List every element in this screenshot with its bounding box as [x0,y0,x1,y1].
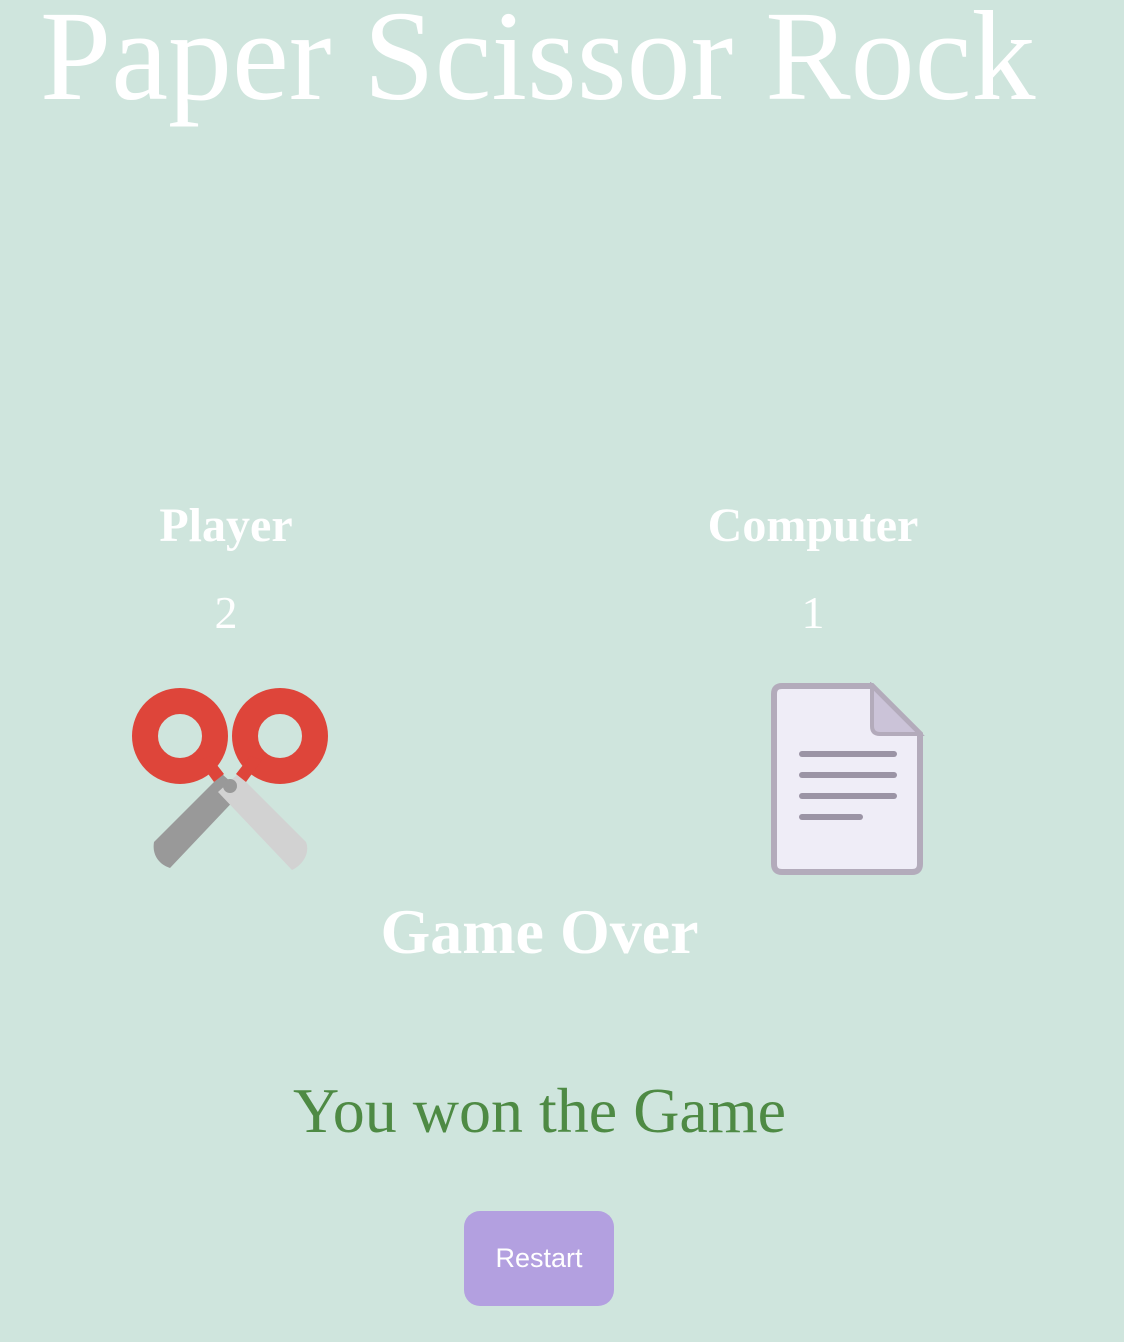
page-title: Paper Scissor Rock [40,0,1036,127]
game-page: { "header": { "title": "Paper Scissor Ro… [0,0,1124,1342]
result-message: You won the Game [292,1075,787,1146]
game-over-heading: Game Over [380,896,699,967]
player-score: 2 [214,587,238,638]
player-label: Player [159,499,293,552]
restart-button[interactable]: Restart [464,1211,614,1306]
computer-label: Computer [707,499,919,552]
computer-score: 1 [801,587,825,638]
scissors-icon [132,688,328,870]
paper-document-icon [771,682,925,875]
